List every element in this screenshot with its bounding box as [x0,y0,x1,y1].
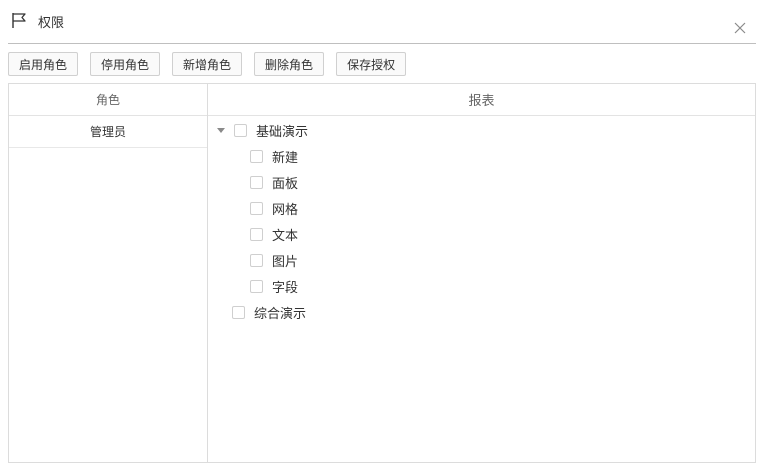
save-permissions-button[interactable]: 保存授权 [336,52,407,76]
tree-node-image[interactable]: 图片 [250,250,298,270]
add-role-button[interactable]: 新增角色 [172,52,243,76]
close-icon[interactable] [732,20,748,36]
checkbox[interactable] [250,253,263,267]
tree-node-label: 网格 [272,202,299,218]
checkbox[interactable] [250,279,263,293]
roles-header: 角色 [9,84,207,116]
permission-panel: 角色 管理员 报表 基础演示 新建 面板 网格 文本 图片 字段 综合演示 [8,83,756,463]
tree-node-label: 面板 [272,176,299,192]
checkbox[interactable] [234,123,247,137]
delete-role-button[interactable]: 删除角色 [254,52,325,76]
tree-node-label: 基础演示 [256,124,309,140]
tree-node-grid[interactable]: 网格 [250,198,298,218]
tree-node-basic-demo[interactable]: 基础演示 [217,120,308,140]
tree-node-label: 综合演示 [254,306,307,322]
role-row-admin[interactable]: 管理员 [9,116,207,148]
checkbox[interactable] [250,149,263,163]
roles-panel: 角色 管理员 [9,84,208,462]
flag-icon [12,13,26,28]
tree-node-new[interactable]: 新建 [250,146,298,166]
checkbox[interactable] [232,305,245,319]
dialog-title: 权限 [38,16,65,31]
disable-role-button[interactable]: 停用角色 [90,52,161,76]
tree-node-label: 新建 [272,150,299,166]
checkbox[interactable] [250,175,263,189]
title-divider [8,43,756,44]
tree-node-label: 文本 [272,228,299,244]
enable-role-button[interactable]: 启用角色 [8,52,79,76]
tree-node-label: 图片 [272,254,299,270]
tree-node-panel[interactable]: 面板 [250,172,298,192]
tree-node-label: 字段 [272,280,299,296]
expand-caret-icon[interactable] [217,127,225,133]
checkbox[interactable] [250,227,263,241]
tree-node-field[interactable]: 字段 [250,276,298,296]
dialog-titlebar: 权限 [0,0,762,44]
reports-header: 报表 [208,84,755,116]
reports-panel: 报表 基础演示 新建 面板 网格 文本 图片 字段 综合演示 [208,84,755,462]
tree-node-text[interactable]: 文本 [250,224,298,244]
tree-node-composite-demo[interactable]: 综合演示 [232,302,306,322]
checkbox[interactable] [250,201,263,215]
toolbar: 启用角色 停用角色 新增角色 删除角色 保存授权 [8,52,407,76]
